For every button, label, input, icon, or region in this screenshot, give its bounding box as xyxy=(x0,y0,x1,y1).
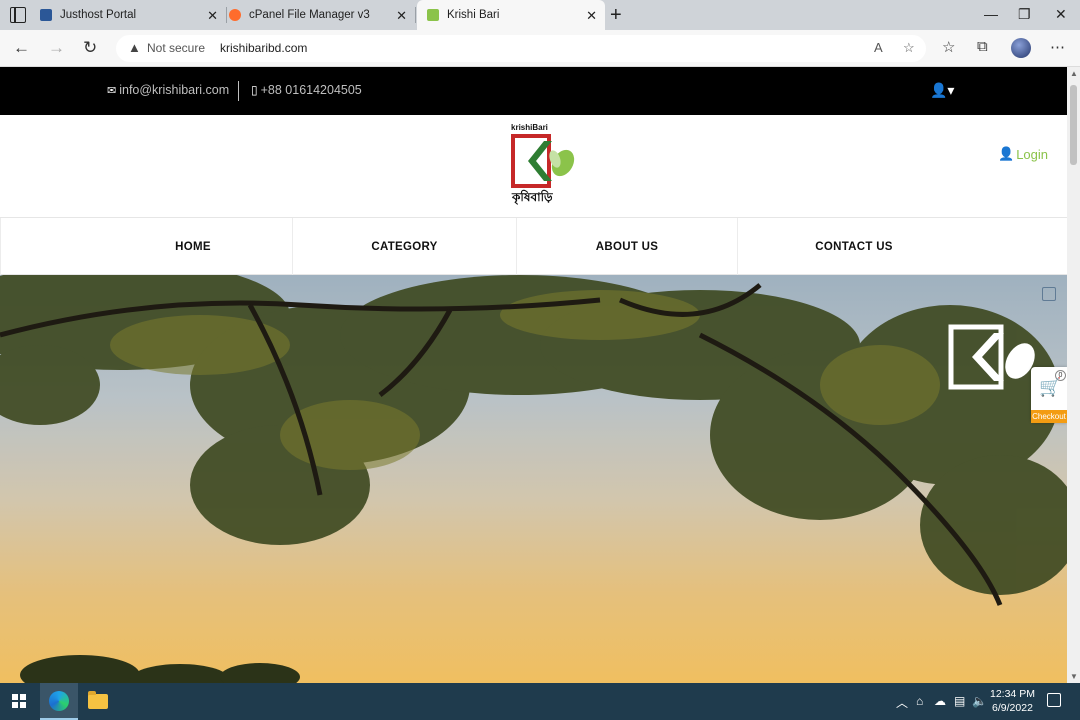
more-menu-icon[interactable]: ⋯ xyxy=(1050,38,1065,56)
folder-icon xyxy=(88,691,108,709)
nav-contact-us[interactable]: CONTACT US xyxy=(738,218,970,275)
tab-justhost[interactable]: Justhost Portal ✕ xyxy=(40,0,227,30)
image-icon xyxy=(1042,287,1056,301)
edge-taskbar-button[interactable] xyxy=(40,683,78,720)
floating-cart[interactable]: 0 🛒 Checkout xyxy=(1031,367,1067,423)
collections-icon[interactable]: ⧉ xyxy=(977,38,988,55)
forward-icon[interactable]: → xyxy=(48,38,65,58)
logo-bengali-text: কৃষিবাড়ি xyxy=(512,190,553,204)
url-text[interactable]: krishibaribd.com xyxy=(220,41,307,55)
login-label: Login xyxy=(1016,146,1048,162)
contact-strip: ✉ info@krishibari.com ▯ +88 01614204505 … xyxy=(0,67,1067,115)
justhost-favicon-icon xyxy=(40,9,52,21)
divider xyxy=(0,218,1,275)
windows-taskbar: ︿ ⌂ ☁ ▤ 🔈 12:34 PM 6/9/2022 xyxy=(0,683,1080,720)
email-text: info@krishibari.com xyxy=(119,83,230,97)
hero-logo-watermark xyxy=(946,309,1040,409)
checkout-button[interactable]: Checkout xyxy=(1031,410,1067,423)
envelope-icon: ✉ xyxy=(107,84,117,97)
tree-canopy-image xyxy=(0,275,1067,683)
phone-icon: ▯ xyxy=(251,83,258,97)
user-icon: 👤 xyxy=(998,146,1015,161)
clock-date: 6/9/2022 xyxy=(992,702,1033,714)
main-navigation: HOME CATEGORY ABOUT US CONTACT US xyxy=(0,218,1067,275)
add-favorite-icon[interactable]: ☆ xyxy=(903,40,915,56)
clock-time: 12:34 PM xyxy=(990,688,1035,700)
warning-icon: ▲ xyxy=(128,40,141,55)
usb-icon[interactable]: ⌂ xyxy=(916,694,923,708)
cpanel-favicon-icon xyxy=(229,9,241,21)
page-scrollbar[interactable]: ▲ ▼ xyxy=(1067,67,1080,683)
shopping-cart-icon: 🛒 xyxy=(1039,377,1062,397)
refresh-icon[interactable]: ↻ xyxy=(83,38,97,58)
close-tab-icon[interactable]: ✕ xyxy=(396,8,407,24)
onedrive-icon[interactable]: ☁ xyxy=(934,694,946,708)
scroll-up-icon[interactable]: ▲ xyxy=(1070,69,1078,78)
profile-avatar[interactable] xyxy=(1011,38,1031,58)
tab-title: Justhost Portal xyxy=(60,9,137,21)
hero-banner: 0 🛒 Checkout xyxy=(0,275,1067,683)
tab-actions-icon[interactable] xyxy=(10,7,26,23)
krishibari-logo[interactable]: krishiBari কৃষিবাড়ি xyxy=(510,123,576,205)
volume-icon[interactable]: 🔈 xyxy=(972,694,987,708)
taskbar-clock[interactable]: 12:34 PM 6/9/2022 xyxy=(990,687,1035,715)
close-window-icon[interactable]: ✕ xyxy=(1055,6,1067,23)
windows-start-icon[interactable] xyxy=(12,694,26,708)
site-header: krishiBari কৃষিবাড়ি 👤 Login xyxy=(0,115,1067,218)
scroll-thumb[interactable] xyxy=(1070,85,1077,165)
network-icon[interactable]: ▤ xyxy=(954,694,965,708)
phone-contact[interactable]: ▯ +88 01614204505 xyxy=(251,83,362,97)
new-tab-icon[interactable]: + xyxy=(610,4,622,27)
edge-icon xyxy=(49,690,69,711)
user-menu-icon[interactable]: 👤▾ xyxy=(930,82,954,99)
back-icon[interactable]: ← xyxy=(13,38,30,58)
login-link[interactable]: 👤 Login xyxy=(998,146,1048,162)
divider xyxy=(238,81,239,101)
page-viewport: ✉ info@krishibari.com ▯ +88 01614204505 … xyxy=(0,67,1067,683)
browser-tab-bar: Justhost Portal ✕ cPanel File Manager v3… xyxy=(0,0,1080,30)
chevron-up-icon[interactable]: ︿ xyxy=(896,694,908,711)
krishibari-favicon-icon xyxy=(427,9,439,21)
maximize-icon[interactable]: ❐ xyxy=(1018,6,1031,23)
favorites-icon[interactable]: ☆ xyxy=(942,38,955,56)
url-input[interactable]: ▲ Not secure krishibaribd.com A ☆ xyxy=(116,35,926,62)
nav-category[interactable]: CATEGORY xyxy=(293,218,516,275)
address-bar: ← → ↻ ▲ Not secure krishibaribd.com A ☆ … xyxy=(0,30,1080,67)
close-tab-icon[interactable]: ✕ xyxy=(586,8,597,24)
close-tab-icon[interactable]: ✕ xyxy=(207,8,218,24)
notification-icon[interactable] xyxy=(1047,693,1061,707)
minimize-icon[interactable]: — xyxy=(984,6,998,22)
security-label[interactable]: Not secure xyxy=(147,41,205,55)
tab-krishibari[interactable]: Krishi Bari ✕ xyxy=(417,0,605,30)
nav-about-us[interactable]: ABOUT US xyxy=(517,218,737,275)
file-explorer-taskbar-button[interactable] xyxy=(79,683,117,720)
email-contact[interactable]: ✉ info@krishibari.com xyxy=(107,83,229,97)
nav-home[interactable]: HOME xyxy=(93,218,293,275)
scroll-down-icon[interactable]: ▼ xyxy=(1070,672,1078,681)
tab-cpanel[interactable]: cPanel File Manager v3 ✕ xyxy=(229,0,416,30)
tab-title: cPanel File Manager v3 xyxy=(249,9,370,21)
phone-text: +88 01614204505 xyxy=(260,83,362,97)
tab-title: Krishi Bari xyxy=(447,9,500,21)
read-aloud-icon[interactable]: A xyxy=(874,40,883,55)
